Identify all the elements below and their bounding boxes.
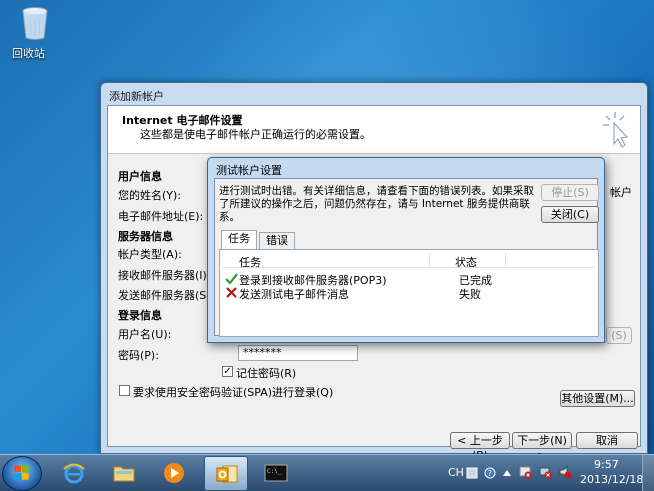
tasks-list-header: 任务 状态 <box>223 253 595 270</box>
dialog-body: 进行测试时出错。有关详细信息，请查看下面的错误列表。如果采取了所建议的操作之后，… <box>214 178 599 337</box>
success-check-icon <box>225 273 238 285</box>
start-button[interactable] <box>2 456 42 491</box>
action-center-icon[interactable] <box>518 465 532 479</box>
taskbar-file-explorer[interactable] <box>102 456 146 491</box>
spa-label: 要求使用安全密码验证(SPA)进行登录(Q) <box>133 386 334 399</box>
taskbar-media-player[interactable] <box>152 456 196 491</box>
help-icon[interactable]: ? <box>484 467 496 479</box>
column-status[interactable]: 状态 <box>455 254 477 270</box>
ime-icon[interactable] <box>466 467 478 479</box>
folder-icon <box>113 466 135 482</box>
svg-text:C:\_: C:\_ <box>267 468 282 475</box>
test-account-dialog: 测试帐户设置 进行测试时出错。有关详细信息，请查看下面的错误列表。如果采取了所建… <box>207 157 605 343</box>
more-settings-button[interactable]: 其他设置(M)... <box>560 390 635 407</box>
recycle-bin-icon <box>22 7 48 40</box>
taskbar-outlook[interactable] <box>204 456 248 491</box>
tab-errors[interactable]: 错误 <box>259 232 295 249</box>
cancel-button[interactable]: 取消 <box>576 432 638 449</box>
show-hidden-icons-icon[interactable] <box>502 467 512 479</box>
clock-date[interactable]: 2013/12/18 <box>580 473 643 486</box>
taskbar-command-prompt[interactable]: C:\_ <box>254 456 298 491</box>
server-info-heading: 服务器信息 <box>118 230 173 243</box>
remember-password-label: 记住密码(R) <box>236 367 297 380</box>
user-info-heading: 用户信息 <box>118 170 162 183</box>
recycle-bin-label: 回收站 <box>12 47 45 60</box>
spa-checkbox[interactable] <box>119 385 130 396</box>
media-player-icon <box>164 463 184 483</box>
email-address-label: 电子邮件地址(E): <box>118 210 204 223</box>
close-button[interactable]: 关闭(C) <box>541 206 599 223</box>
language-indicator[interactable]: CH <box>448 466 464 479</box>
task-row[interactable]: 登录到接收邮件服务器(POP3) 已完成 <box>223 272 595 287</box>
your-name-label: 您的姓名(Y): <box>118 189 182 202</box>
windows-logo-icon <box>14 465 29 480</box>
command-prompt-icon: C:\_ <box>264 464 288 482</box>
desktop-recycle-bin[interactable]: 回收站 <box>12 6 58 60</box>
right-column-label: 帐户 <box>610 186 632 199</box>
column-task[interactable]: 任务 <box>239 254 261 270</box>
account-type-label: 帐户类型(A): <box>118 248 182 261</box>
internet-explorer-icon <box>63 463 85 484</box>
incoming-server-label: 接收邮件服务器(I): <box>118 269 211 282</box>
window-title: 添加新帐户 <box>109 90 164 103</box>
error-message: 进行测试时出错。有关详细信息，请查看下面的错误列表。如果采取了所建议的操作之后，… <box>219 185 534 223</box>
tab-tasks[interactable]: 任务 <box>221 230 257 249</box>
task-row[interactable]: 发送测试电子邮件消息 失败 <box>223 286 595 301</box>
header-subtitle: 这些都是使电子邮件帐户正确运行的必需设置。 <box>140 128 371 141</box>
test-account-button-partial[interactable]: (S) <box>606 327 632 344</box>
tasks-panel: 任务 状态 登录到接收邮件服务器(POP3) 已完成 发送测试电子邮件消息 失败 <box>219 249 599 337</box>
password-field[interactable]: ******* <box>238 345 358 361</box>
svg-text:?: ? <box>488 469 492 478</box>
taskbar-internet-explorer[interactable] <box>52 456 96 491</box>
password-label: 密码(P): <box>118 349 159 362</box>
stop-button[interactable]: 停止(S) <box>541 184 599 201</box>
volume-icon[interactable] <box>558 465 572 479</box>
clock-time[interactable]: 9:57 <box>594 458 619 471</box>
failure-x-icon <box>226 287 237 298</box>
network-icon[interactable] <box>538 465 552 479</box>
task-status: 失败 <box>459 288 481 301</box>
remember-password-checkbox[interactable]: ✓ <box>222 366 233 377</box>
dialog-title: 测试帐户设置 <box>216 164 282 177</box>
taskbar: C:\_ CH ? 9:57 2013/12/18 <box>0 454 654 491</box>
show-desktop-button[interactable] <box>642 455 654 491</box>
next-button[interactable]: 下一步(N) > <box>512 432 572 462</box>
login-info-heading: 登录信息 <box>118 309 162 322</box>
back-button[interactable]: < 上一步(B) <box>450 432 510 462</box>
outlook-icon <box>216 465 238 483</box>
wizard-header: Internet 电子邮件设置 这些都是使电子邮件帐户正确运行的必需设置。 <box>108 106 640 154</box>
click-cursor-icon <box>603 112 628 148</box>
task-name: 发送测试电子邮件消息 <box>239 288 349 301</box>
username-label: 用户名(U): <box>118 328 172 341</box>
